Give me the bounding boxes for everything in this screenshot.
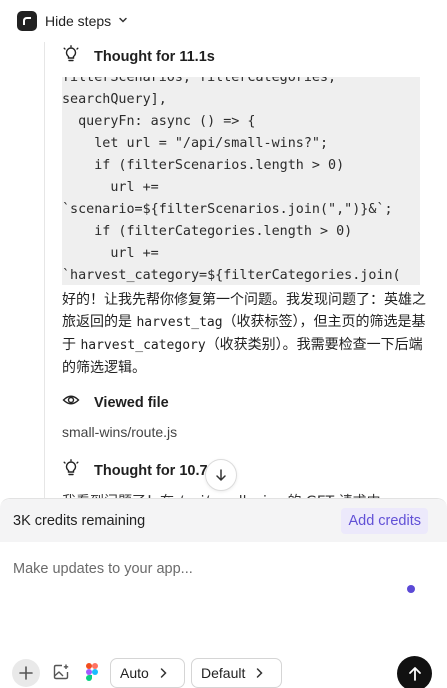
steps-toggle[interactable]: Hide steps [0,0,447,42]
image-sparkle-icon[interactable] [52,663,70,686]
credits-remaining: 3K credits remaining [13,512,146,529]
code-line: if (filterCategories.length > 0) [94,224,353,239]
arrow-down-icon [216,469,226,481]
assistant-message: 好的！让我先帮你修复第一个问题。我发现问题了：英雄之旅返回的是 harvest_… [62,289,426,379]
composer-panel: 3K credits remaining Add credits Make up… [0,498,447,688]
mode-select[interactable]: Default [191,658,282,688]
app-logo-icon [17,11,37,31]
steps-timeline-line [44,42,45,498]
send-button[interactable] [397,656,432,688]
mode-select-label: Default [201,665,246,681]
chevron-down-icon[interactable] [118,12,128,30]
lightbulb-icon [62,459,80,482]
step-title: Thought for 10.7s [94,462,216,479]
composer-toolbar: Auto Default [0,655,447,688]
prompt-input[interactable]: Make updates to your app... [13,561,193,577]
code-line: searchQuery], [62,92,167,107]
viewed-file-path[interactable]: small-wins/route.js [62,424,177,440]
step-thought-1[interactable]: Thought for 11.1s [62,45,215,68]
model-select[interactable]: Auto [110,658,185,688]
step-viewed-file[interactable]: Viewed file [62,391,169,414]
chevron-right-icon [257,668,263,678]
lightbulb-icon [62,45,80,68]
add-credits-button[interactable]: Add credits [341,507,428,534]
plus-icon [19,666,33,680]
model-select-label: Auto [120,665,149,681]
code-line: url += [110,246,159,261]
send-arrow-icon [408,666,421,681]
code-line: url += [110,180,159,195]
inline-code: harvest_tag [136,315,223,330]
figma-icon[interactable] [86,663,98,686]
hide-steps-label[interactable]: Hide steps [45,13,111,29]
code-line: queryFn: async () => { [78,114,256,129]
code-content: filterScenarios, filterCategories, searc… [62,77,420,285]
scroll-to-bottom-button[interactable] [205,459,237,491]
status-dot-icon [407,585,415,593]
chevron-right-icon [160,668,167,678]
code-line: `scenario=${filterScenarios.join(",")}&`… [62,202,393,217]
inline-code: harvest_category [80,338,206,353]
code-line: `harvest_category=${filterCategories.joi… [62,268,401,283]
step-thought-2[interactable]: Thought for 10.7s [62,459,216,482]
step-title: Thought for 11.1s [94,48,215,65]
code-line: filterScenarios, filterCategories, [62,77,337,85]
code-line: if (filterScenarios.length > 0) [94,158,345,173]
step-title: Viewed file [94,394,169,411]
code-line: let url = "/api/small-wins?"; [94,136,329,151]
credits-bar: 3K credits remaining Add credits [0,499,447,542]
eye-icon [62,391,80,414]
plus-button[interactable] [12,659,40,687]
code-block: filterScenarios, filterCategories, searc… [62,77,420,285]
